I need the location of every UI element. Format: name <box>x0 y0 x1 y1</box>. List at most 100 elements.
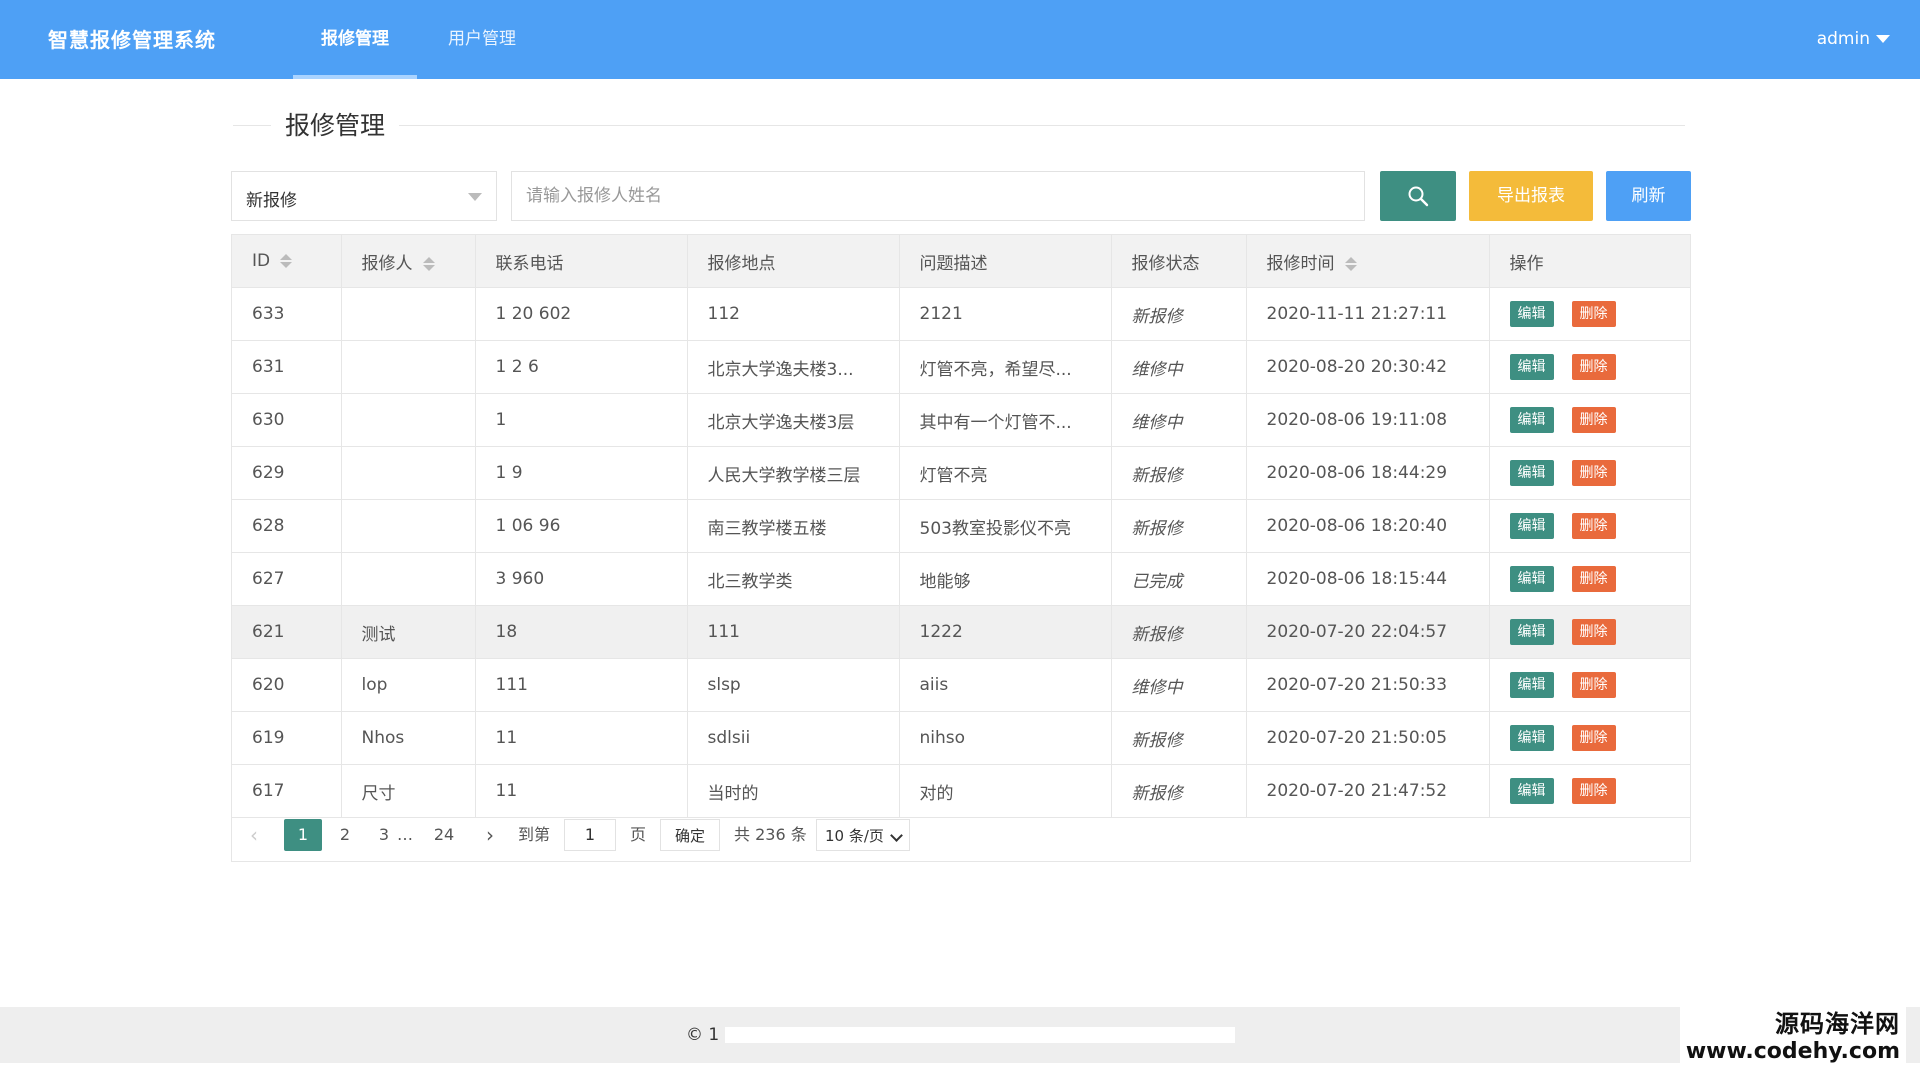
cell-id: 628 <box>232 499 342 553</box>
cell-phone: 18 <box>475 605 688 659</box>
cell-time: 2020-07-20 21:50:33 <box>1246 658 1490 712</box>
goto-confirm-button[interactable]: 确定 <box>660 819 720 851</box>
edit-button[interactable]: 编辑 <box>1509 354 1554 380</box>
delete-button[interactable]: 删除 <box>1571 566 1616 592</box>
cell-description: aiis <box>899 658 1112 712</box>
page-2[interactable]: 2 <box>326 819 364 851</box>
delete-button[interactable]: 删除 <box>1571 778 1616 804</box>
cell-description: 1222 <box>899 605 1112 659</box>
cell-description: 地能够 <box>899 552 1112 606</box>
edit-button[interactable]: 编辑 <box>1509 566 1554 592</box>
cell-status: 新报修 <box>1111 711 1247 765</box>
cell-location: 南三教学楼五楼 <box>687 499 900 553</box>
cell-description: 503教室投影仪不亮 <box>899 499 1112 553</box>
cell-reporter <box>341 287 476 341</box>
edit-button[interactable]: 编辑 <box>1509 619 1554 645</box>
page-size-select[interactable]: 10 条/页 <box>816 819 910 851</box>
sort-icon[interactable] <box>1344 256 1357 272</box>
table-row: 630 1 北京大学逸夫楼3层 其中有一个灯管不... 维修中 2020-08-06 19… <box>232 393 1690 447</box>
repair-table-container: ID 报修人 联系电话 报修地点 问题描述 报修状态 报修时间 操作 633 1 … <box>231 234 1691 862</box>
page-unit-label: 页 <box>630 825 647 844</box>
sort-icon[interactable] <box>280 253 293 269</box>
caret-down-icon <box>1876 35 1890 43</box>
edit-button[interactable]: 编辑 <box>1509 725 1554 751</box>
page-title: 报修管理 <box>271 106 400 142</box>
cell-actions: 编辑 删除 <box>1489 605 1690 659</box>
chevron-down-icon <box>890 829 903 842</box>
delete-button[interactable]: 删除 <box>1571 301 1616 327</box>
edit-button[interactable]: 编辑 <box>1509 301 1554 327</box>
total-count: 共 236 条 <box>734 825 807 844</box>
cell-description: 2121 <box>899 287 1112 341</box>
cell-reporter <box>341 552 476 606</box>
cell-phone: 1 9 <box>475 446 688 500</box>
cell-actions: 编辑 删除 <box>1489 340 1690 394</box>
delete-button[interactable]: 删除 <box>1571 354 1616 380</box>
cell-status: 新报修 <box>1111 446 1247 500</box>
page-1[interactable]: 1 <box>284 819 322 851</box>
table-header-row: ID 报修人 联系电话 报修地点 问题描述 报修状态 报修时间 操作 <box>232 235 1690 288</box>
table-row: 628 1 06 96 南三教学楼五楼 503教室投影仪不亮 新报修 2020-08-06… <box>232 499 1690 553</box>
page-title-section: 报修管理 <box>233 106 1685 142</box>
edit-button[interactable]: 编辑 <box>1509 672 1554 698</box>
edit-button[interactable]: 编辑 <box>1509 460 1554 486</box>
cell-status: 新报修 <box>1111 287 1247 341</box>
col-header-id[interactable]: ID <box>232 235 342 288</box>
status-filter-select[interactable]: 新报修 <box>231 171 497 221</box>
cell-reporter <box>341 340 476 394</box>
nav-repair-management[interactable]: 报修管理 <box>293 0 417 79</box>
edit-button[interactable]: 编辑 <box>1509 778 1554 804</box>
edit-button[interactable]: 编辑 <box>1509 513 1554 539</box>
cell-location: 北京大学逸夫楼3层 <box>687 393 900 447</box>
cell-time: 2020-07-20 22:04:57 <box>1246 605 1490 659</box>
cell-actions: 编辑 删除 <box>1489 658 1690 712</box>
delete-button[interactable]: 删除 <box>1571 725 1616 751</box>
delete-button[interactable]: 删除 <box>1571 619 1616 645</box>
table-row: 621 测试 18 111 1222 新报修 2020-07-20 22:04:57 编辑 删除 <box>232 605 1690 659</box>
cell-phone: 1 <box>475 393 688 447</box>
user-menu[interactable]: admin <box>1817 0 1890 79</box>
next-page-icon[interactable]: › <box>486 819 494 851</box>
reporter-search-input[interactable] <box>511 171 1365 221</box>
top-header: 智慧报修管理系统 报修管理 用户管理 admin <box>0 0 1920 79</box>
delete-button[interactable]: 删除 <box>1571 407 1616 433</box>
col-header-location: 报修地点 <box>687 235 900 288</box>
cell-location: slsp <box>687 658 900 712</box>
redacted-block <box>725 1027 1236 1043</box>
page-24[interactable]: 24 <box>425 819 463 851</box>
delete-button[interactable]: 删除 <box>1571 513 1616 539</box>
footer-copyright: © 1 <box>686 1025 1236 1045</box>
cell-time: 2020-08-06 18:44:29 <box>1246 446 1490 500</box>
table-row: 627 3 960 北三教学类 地能够 已完成 2020-08-06 18:15:44 编辑… <box>232 552 1690 606</box>
col-header-description: 问题描述 <box>899 235 1112 288</box>
cell-phone: 3 960 <box>475 552 688 606</box>
delete-button[interactable]: 删除 <box>1571 460 1616 486</box>
col-header-time[interactable]: 报修时间 <box>1246 235 1490 288</box>
cell-actions: 编辑 删除 <box>1489 499 1690 553</box>
cell-id: 619 <box>232 711 342 765</box>
cell-actions: 编辑 删除 <box>1489 446 1690 500</box>
pagination: ‹ 1 2 3 … 24 › 到第 页 确定 共 236 条 10 条/页 <box>232 807 1690 861</box>
refresh-button[interactable]: 刷新 <box>1606 171 1691 221</box>
cell-status: 新报修 <box>1111 499 1247 553</box>
edit-button[interactable]: 编辑 <box>1509 407 1554 433</box>
title-divider-left <box>233 125 273 126</box>
prev-page-icon[interactable]: ‹ <box>250 819 258 851</box>
col-header-reporter[interactable]: 报修人 <box>341 235 476 288</box>
page-ellipsis: … <box>397 825 413 844</box>
cell-reporter <box>341 446 476 500</box>
cell-time: 2020-08-20 20:30:42 <box>1246 340 1490 394</box>
search-icon <box>1408 186 1429 207</box>
goto-page-input[interactable] <box>564 819 616 851</box>
user-name: admin <box>1816 29 1870 49</box>
export-report-button[interactable]: 导出报表 <box>1469 171 1593 221</box>
cell-description: 灯管不亮，希望尽... <box>899 340 1112 394</box>
search-button[interactable] <box>1380 171 1456 221</box>
cell-phone: 1 06 96 <box>475 499 688 553</box>
delete-button[interactable]: 删除 <box>1571 672 1616 698</box>
sort-icon[interactable] <box>422 256 435 272</box>
cell-location: 北三教学类 <box>687 552 900 606</box>
cell-status: 维修中 <box>1111 658 1247 712</box>
cell-location: sdlsii <box>687 711 900 765</box>
nav-user-management[interactable]: 用户管理 <box>420 0 544 79</box>
